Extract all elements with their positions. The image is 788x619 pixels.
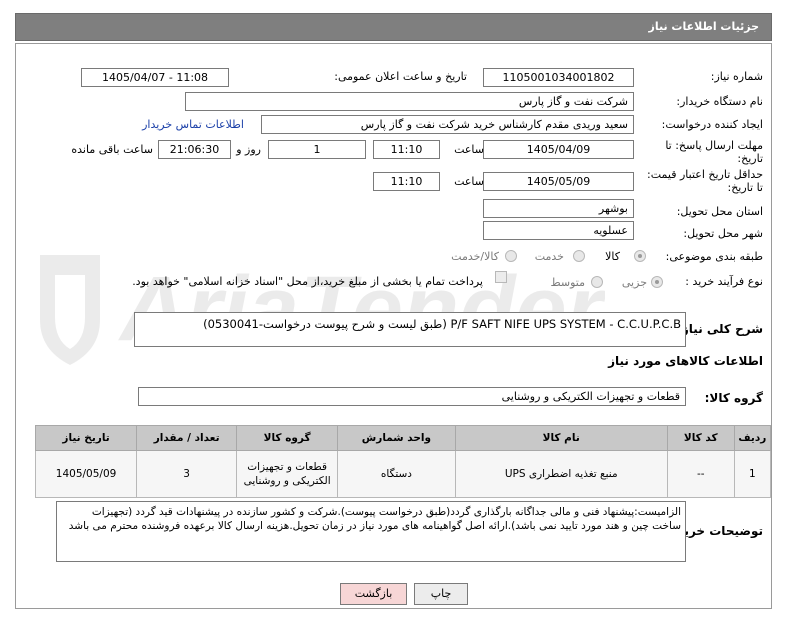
process-type-label: نوع فرآیند خرید : bbox=[685, 275, 763, 288]
table-row: 1 -- منبع تغذیه اضطراری UPS دستگاه قطعات… bbox=[34, 450, 772, 498]
need-number-field: 1105001034001802 bbox=[483, 68, 634, 87]
price-validity-label: حداقل تاریخ اعتبار قیمت: bbox=[647, 168, 763, 181]
buyer-notes-text: الزامیست:پیشنهاد فنی و مالی جداگانه بارگ… bbox=[68, 506, 681, 532]
buyer-org-field: شرکت نفت و گاز پارس bbox=[185, 92, 634, 111]
cell-group: قطعات و تجهیزات الکتریکی و روشنایی bbox=[236, 450, 339, 498]
city-field: عسلویه bbox=[483, 221, 634, 240]
goods-table: ردیف کد کالا نام کالا واحد شمارش گروه کا… bbox=[34, 425, 772, 498]
cell-name: منبع تغذیه اضطراری UPS bbox=[454, 450, 668, 498]
reply-deadline-label-2: تاریخ: bbox=[737, 152, 763, 165]
province-field: بوشهر bbox=[483, 199, 634, 218]
requester-field: سعید وریدی مقدم کارشناس خرید شرکت نفت و … bbox=[261, 115, 634, 134]
goods-table-header: ردیف کد کالا نام کالا واحد شمارش گروه کا… bbox=[34, 425, 772, 451]
process-minor-label: جزیی bbox=[621, 276, 647, 289]
need-number-label: شماره نیاز: bbox=[710, 70, 763, 83]
announce-datetime-label: تاریخ و ساعت اعلان عمومی: bbox=[334, 70, 467, 83]
treasury-payment-note: پرداخت تمام یا بخشی از مبلغ خرید،از محل … bbox=[132, 275, 483, 288]
price-validity-time: 11:10 bbox=[373, 172, 440, 191]
category-label: طبقه بندی موضوعی: bbox=[665, 250, 763, 263]
col-date: تاریخ نیاز bbox=[34, 425, 138, 451]
price-validity-date: 1405/05/09 bbox=[483, 172, 634, 191]
page-header: جزئیات اطلاعات نیاز bbox=[15, 13, 772, 41]
description-textarea[interactable]: P/F SAFT NIFE UPS SYSTEM - C.C.U.P.C.B (… bbox=[134, 312, 686, 347]
back-button[interactable]: بازگشت bbox=[340, 583, 407, 605]
category-service-label: خدمت bbox=[534, 250, 564, 263]
price-validity-label-2: تا تاریخ: bbox=[727, 181, 763, 194]
col-row: ردیف bbox=[733, 425, 772, 451]
page-title: جزئیات اطلاعات نیاز bbox=[648, 20, 760, 33]
buyer-notes-textarea[interactable]: الزامیست:پیشنهاد فنی و مالی جداگانه بارگ… bbox=[56, 501, 686, 562]
province-label: استان محل تحویل: bbox=[676, 205, 763, 218]
cell-date: 1405/05/09 bbox=[34, 450, 138, 498]
col-unit: واحد شمارش bbox=[337, 425, 456, 451]
reply-days-field: 1 bbox=[268, 140, 366, 159]
city-label: شهر محل تحویل: bbox=[683, 227, 763, 240]
announce-datetime-field: 1405/04/07 - 11:08 bbox=[81, 68, 229, 87]
cell-code: -- bbox=[666, 450, 735, 498]
col-qty: تعداد / مقدار bbox=[136, 425, 238, 451]
col-code: کد کالا bbox=[666, 425, 735, 451]
requester-label: ایجاد کننده درخواست: bbox=[661, 118, 763, 131]
treasury-payment-checkbox[interactable] bbox=[495, 271, 507, 283]
buyer-contact-link[interactable]: اطلاعات تماس خریدار bbox=[142, 118, 244, 131]
description-text: P/F SAFT NIFE UPS SYSTEM - C.C.U.P.C.B (… bbox=[203, 317, 681, 331]
category-service-radio[interactable] bbox=[573, 250, 585, 262]
buyer-org-label: نام دستگاه خریدار: bbox=[676, 95, 763, 108]
watermark-shield-icon bbox=[40, 255, 100, 365]
cell-qty: 3 bbox=[136, 450, 238, 498]
category-goods-service-radio[interactable] bbox=[505, 250, 517, 262]
reply-deadline-date: 1405/04/09 bbox=[483, 140, 634, 159]
process-medium-label: متوسط bbox=[550, 276, 585, 289]
col-group: گروه کالا bbox=[236, 425, 339, 451]
reply-days-label: روز و bbox=[236, 143, 261, 156]
category-goods-label: کالا bbox=[605, 250, 620, 263]
price-validity-time-label: ساعت bbox=[454, 175, 484, 188]
reply-time-label: ساعت bbox=[454, 143, 484, 156]
category-goods-radio[interactable] bbox=[634, 250, 646, 262]
cell-row: 1 bbox=[733, 450, 772, 498]
goods-group-field: قطعات و تجهیزات الکتریکی و روشنایی bbox=[138, 387, 686, 406]
description-label: شرح کلی نیاز: bbox=[677, 322, 763, 336]
print-button[interactable]: چاپ bbox=[414, 583, 468, 605]
cell-unit: دستگاه bbox=[337, 450, 456, 498]
process-minor-radio[interactable] bbox=[651, 276, 663, 288]
reply-deadline-time: 11:10 bbox=[373, 140, 440, 159]
col-name: نام کالا bbox=[454, 425, 668, 451]
reply-deadline-label: مهلت ارسال پاسخ: تا bbox=[665, 139, 763, 152]
goods-group-label: گروه کالا: bbox=[704, 391, 763, 405]
category-goods-service-label: کالا/خدمت bbox=[451, 250, 499, 263]
remaining-time-field: 21:06:30 bbox=[158, 140, 231, 159]
remaining-time-label: ساعت باقی مانده bbox=[71, 143, 153, 156]
process-medium-radio[interactable] bbox=[591, 276, 603, 288]
goods-section-title: اطلاعات کالاهای مورد نیاز bbox=[608, 354, 763, 368]
watermark-logo: AriaTender.net bbox=[40, 255, 605, 365]
